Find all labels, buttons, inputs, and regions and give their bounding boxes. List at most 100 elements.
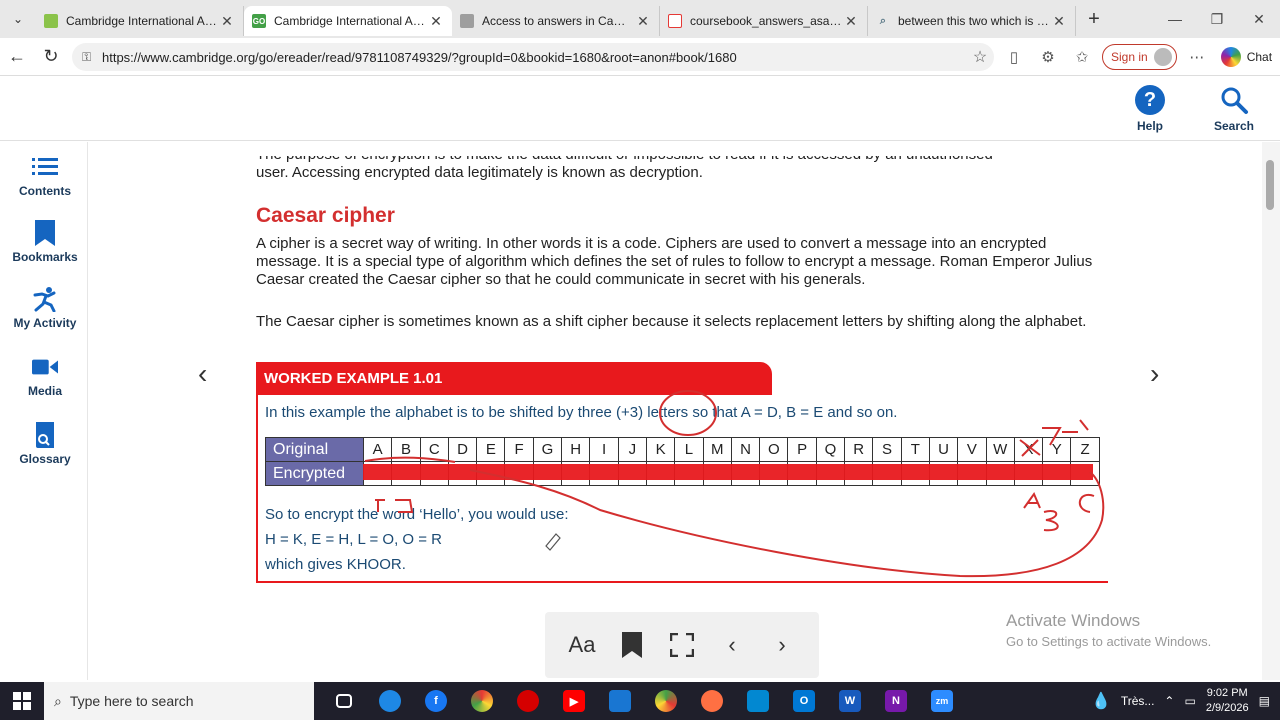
help-button[interactable]: ? Help: [1120, 85, 1180, 133]
start-button[interactable]: [0, 682, 44, 720]
vscode-icon[interactable]: [604, 685, 636, 717]
reader-sidebar: Contents Bookmarks My Activity Media Glo…: [4, 142, 88, 680]
table-cell: T: [900, 437, 930, 462]
window-controls: — ❐ ✕: [1154, 0, 1280, 38]
copilot-icon: [1220, 47, 1241, 67]
sidebar-item-label: Contents: [19, 184, 71, 198]
table-cell: N: [730, 437, 761, 462]
chevron-up-icon[interactable]: ⌃: [1164, 694, 1174, 708]
previous-page-icon[interactable]: ‹: [198, 358, 207, 390]
table-cell: B: [391, 437, 421, 462]
browser-tab-1[interactable]: Cambridge International AS & A ✕: [36, 6, 244, 36]
clock[interactable]: 9:02 PM 2/9/2026: [1206, 686, 1249, 716]
copilot-chat-button[interactable]: Chat: [1220, 47, 1272, 67]
activity-icon: [32, 286, 58, 312]
tab-favicon: [460, 14, 474, 28]
minimize-icon[interactable]: —: [1154, 0, 1196, 38]
address-bar-row: ← ↻ ⚿ https://www.cambridge.org/go/eread…: [0, 38, 1280, 76]
vertical-scrollbar[interactable]: [1262, 142, 1280, 680]
reload-button[interactable]: ↻: [34, 38, 68, 76]
onenote-icon[interactable]: N: [880, 685, 912, 717]
table-cell: K: [645, 437, 676, 462]
chrome-icon[interactable]: [466, 685, 498, 717]
word-icon[interactable]: W: [834, 685, 866, 717]
sidebar-item-glossary[interactable]: Glossary: [4, 422, 86, 466]
app-icon[interactable]: [696, 685, 728, 717]
cut-off-line: The purpose of encryption is to make the…: [256, 146, 993, 163]
row-label-original: Original: [265, 437, 364, 462]
chrome-profile-icon[interactable]: [650, 685, 682, 717]
new-tab-button[interactable]: +: [1076, 0, 1112, 38]
reader-header: ? Help Search: [0, 77, 1280, 141]
close-icon[interactable]: ✕: [635, 13, 651, 30]
extensions-icon[interactable]: ⚙: [1034, 43, 1062, 71]
font-settings-button[interactable]: Aa: [567, 632, 597, 658]
opera-icon[interactable]: [512, 685, 544, 717]
tab-title: between this two which is highe: [898, 14, 1051, 28]
table-cell: C: [419, 437, 449, 462]
search-label: Search: [1213, 119, 1255, 133]
section-heading: Caesar cipher: [256, 204, 395, 227]
fullscreen-icon[interactable]: [667, 633, 697, 657]
zoom-icon[interactable]: zm: [926, 685, 958, 717]
book-page: The purpose of encryption is to make the…: [90, 142, 1262, 680]
split-screen-icon[interactable]: ▯: [1000, 43, 1028, 71]
restore-icon[interactable]: ❐: [1196, 0, 1238, 38]
facebook-icon[interactable]: f: [420, 685, 452, 717]
help-label: Help: [1136, 119, 1163, 133]
sidebar-item-media[interactable]: Media: [4, 354, 86, 398]
task-view-icon[interactable]: [328, 685, 360, 717]
table-cell: Q: [815, 437, 846, 462]
scrollbar-thumb[interactable]: [1266, 160, 1274, 210]
table-cell: J: [617, 437, 647, 462]
back-button[interactable]: ←: [0, 38, 34, 76]
search-button[interactable]: Search: [1204, 85, 1264, 133]
store-icon[interactable]: [742, 685, 774, 717]
sidebar-item-bookmarks[interactable]: Bookmarks: [4, 220, 86, 264]
edge-icon[interactable]: [374, 685, 406, 717]
date: 2/9/2026: [1205, 702, 1249, 714]
close-icon[interactable]: ✕: [219, 13, 235, 30]
tab-actions-menu[interactable]: ⌄: [0, 0, 36, 38]
table-cell: W: [985, 437, 1015, 462]
taskbar-search-placeholder: Type here to search: [69, 693, 194, 709]
table-cell: L: [674, 437, 704, 462]
close-icon[interactable]: ✕: [843, 13, 859, 30]
tab-title: Access to answers in Cambridg: [482, 14, 635, 28]
favorite-star-icon[interactable]: ☆: [966, 47, 994, 67]
toolbar-right: ▯ ⚙ ✩ Sign in ⋯ Chat: [1000, 43, 1272, 71]
browser-tab-2[interactable]: GO Cambridge International AS & A ✕: [244, 6, 452, 36]
weather-label[interactable]: Très...: [1121, 694, 1155, 708]
next-page-icon[interactable]: ›: [1150, 358, 1159, 390]
close-icon[interactable]: ✕: [428, 13, 444, 30]
paragraph: The Caesar cipher is sometimes known as …: [256, 313, 1087, 330]
bookmark-page-icon[interactable]: [617, 632, 647, 658]
browser-tab-5[interactable]: ⌕ between this two which is highe ✕: [868, 6, 1076, 36]
worked-example: WORKED EXAMPLE 1.01 In this example the …: [256, 362, 1108, 583]
help-icon: ?: [1135, 85, 1165, 115]
close-window-icon[interactable]: ✕: [1238, 0, 1280, 38]
battery-icon[interactable]: ▭: [1184, 694, 1195, 708]
youtube-icon[interactable]: ▶: [558, 685, 590, 717]
site-info-icon[interactable]: ⚿: [82, 50, 100, 65]
browser-tab-3[interactable]: Access to answers in Cambridg ✕: [452, 6, 660, 36]
browser-tab-4[interactable]: coursebook_answers_asal_it.pdf ✕: [660, 6, 868, 36]
sidebar-item-my-activity[interactable]: My Activity: [4, 286, 86, 330]
table-cell: G: [532, 437, 563, 462]
sign-in-button[interactable]: Sign in: [1102, 44, 1177, 70]
previous-page-button[interactable]: ‹: [717, 632, 747, 658]
weather-icon: 💧: [1090, 693, 1111, 710]
bookmark-icon: [32, 220, 58, 246]
outlook-icon[interactable]: O: [788, 685, 820, 717]
url-field[interactable]: ⚿ https://www.cambridge.org/go/ereader/r…: [72, 43, 994, 71]
close-icon[interactable]: ✕: [1051, 13, 1067, 30]
next-page-button[interactable]: ›: [767, 632, 797, 658]
sidebar-item-contents[interactable]: Contents: [4, 154, 86, 198]
more-menu-icon[interactable]: ⋯: [1183, 43, 1211, 71]
favorites-icon[interactable]: ✩: [1068, 43, 1096, 71]
table-cell: V: [957, 437, 987, 462]
table-cell: A: [362, 437, 393, 462]
system-tray: 💧 Très... ⌃ ▭ 9:02 PM 2/9/2026 ▤: [1091, 682, 1280, 720]
taskbar-search[interactable]: ⌕ Type here to search: [44, 682, 314, 720]
notifications-icon[interactable]: ▤: [1259, 694, 1270, 708]
